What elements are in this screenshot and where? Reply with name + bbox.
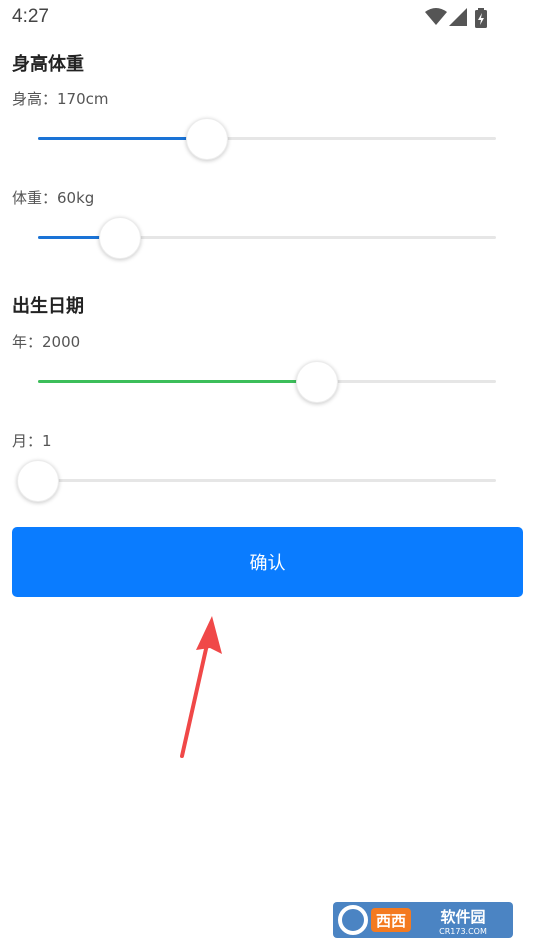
slider-thumb[interactable] bbox=[186, 118, 228, 160]
svg-text:软件园: 软件园 bbox=[440, 908, 485, 926]
slider-track bbox=[38, 380, 496, 383]
confirm-button[interactable]: 确认 bbox=[12, 527, 523, 597]
status-time: 4:27 bbox=[12, 6, 49, 27]
cr173-logo-icon: 西西 软件园 CR173.COM bbox=[333, 902, 513, 938]
slider-thumb[interactable] bbox=[296, 361, 338, 403]
slider-track bbox=[38, 137, 496, 140]
section-title-birth-date: 出生日期 bbox=[12, 296, 84, 317]
year-slider[interactable] bbox=[38, 361, 496, 403]
battery-icon bbox=[475, 8, 487, 28]
watermark: 西西 软件园 CR173.COM bbox=[333, 900, 513, 940]
year-label: 年：2000 bbox=[12, 333, 81, 351]
svg-text:CR173.COM: CR173.COM bbox=[439, 927, 487, 936]
section-title-height-weight: 身高体重 bbox=[12, 54, 84, 75]
slider-thumb[interactable] bbox=[17, 460, 59, 502]
slider-fill bbox=[38, 380, 317, 383]
weight-label: 体重：60kg bbox=[12, 189, 95, 207]
wifi-icon bbox=[425, 8, 447, 25]
slider-thumb[interactable] bbox=[99, 217, 141, 259]
month-label: 月：1 bbox=[12, 432, 52, 450]
height-slider[interactable] bbox=[38, 118, 496, 160]
status-bar: 4:27 bbox=[0, 0, 533, 36]
weight-slider[interactable] bbox=[38, 217, 496, 259]
status-icons bbox=[423, 8, 493, 28]
signal-icon bbox=[449, 8, 467, 26]
svg-text:西西: 西西 bbox=[376, 912, 406, 930]
month-slider[interactable] bbox=[17, 460, 496, 502]
slider-track bbox=[38, 479, 496, 482]
slider-fill bbox=[38, 137, 207, 140]
red-arrow-icon bbox=[180, 616, 222, 758]
height-label: 身高：170cm bbox=[12, 90, 109, 108]
